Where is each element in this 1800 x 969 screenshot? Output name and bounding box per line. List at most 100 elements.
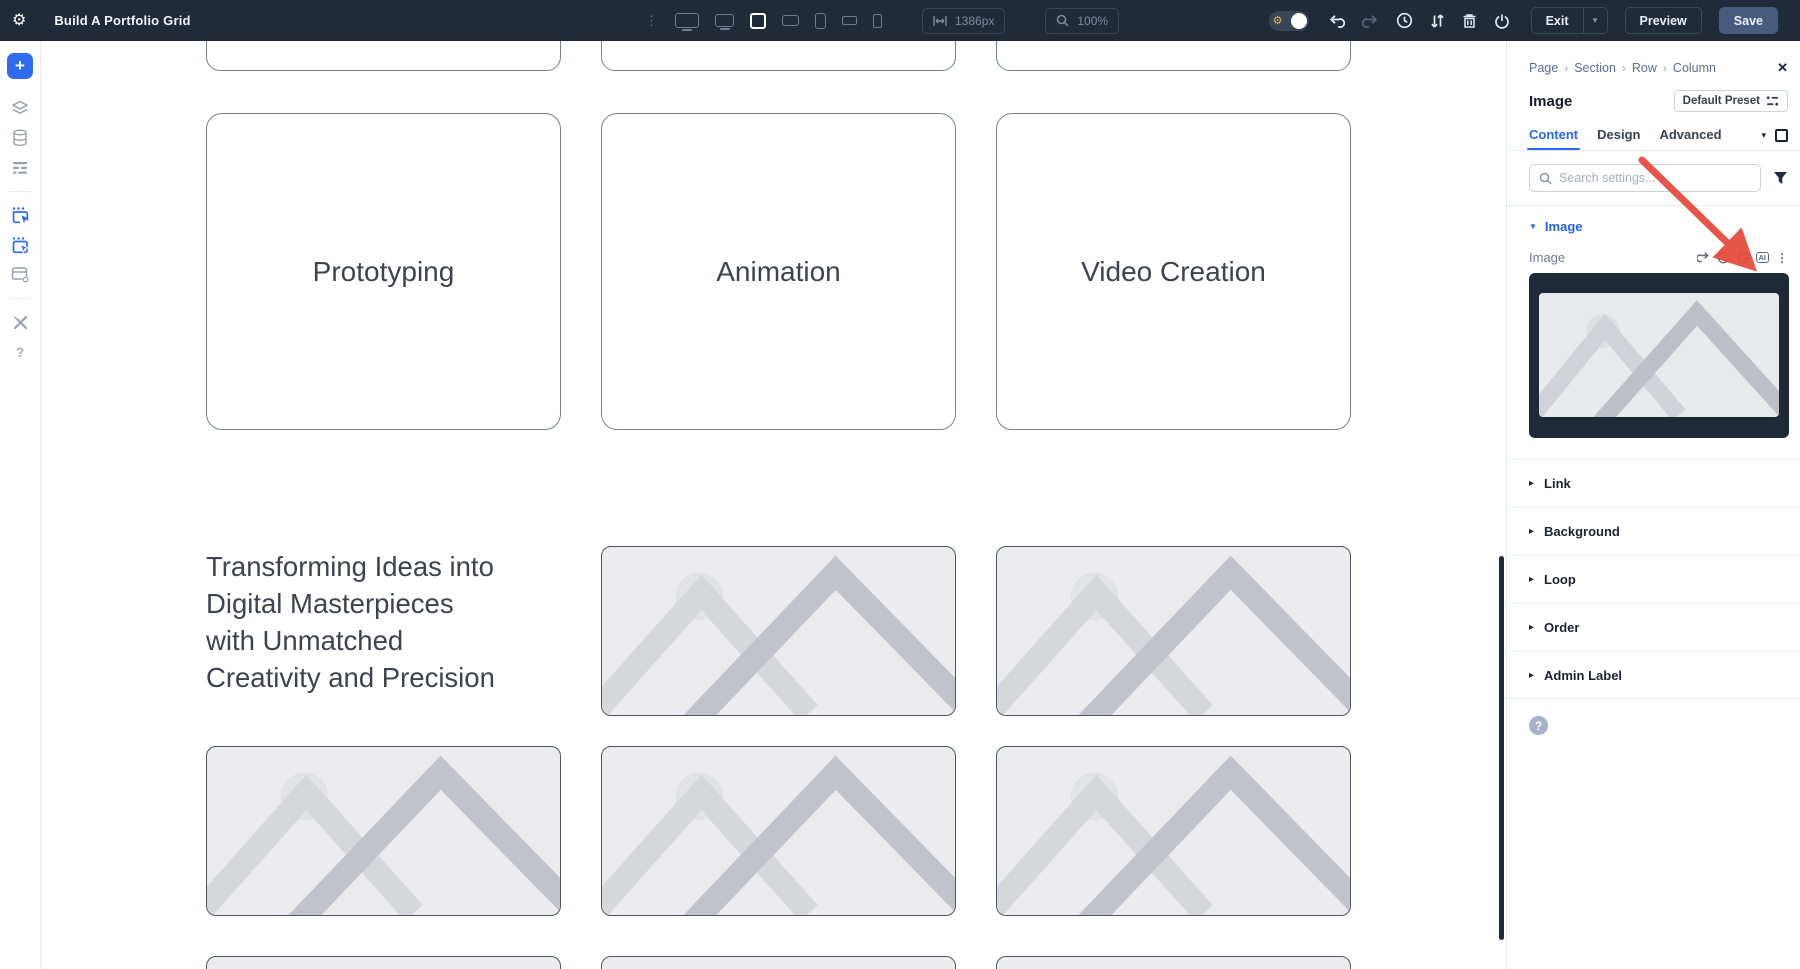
- tools-button[interactable]: [7, 307, 33, 337]
- image-placeholder[interactable]: [996, 546, 1351, 716]
- select-module-button[interactable]: [7, 200, 33, 230]
- device-phone-landscape-icon[interactable]: [842, 16, 857, 25]
- triangle-right-icon: ▸: [1529, 574, 1534, 585]
- triangle-down-icon: ▼: [1529, 222, 1537, 231]
- select-multiple-button[interactable]: [7, 230, 33, 260]
- dynamic-content-icon[interactable]: [1737, 251, 1749, 264]
- image-placeholder-partial[interactable]: [601, 956, 956, 969]
- panel-scrollbar[interactable]: [1499, 556, 1504, 940]
- image-preview-frame[interactable]: [1529, 273, 1789, 438]
- section-admin-label[interactable]: ▸ Admin Label: [1507, 651, 1800, 699]
- preview-button[interactable]: Preview: [1625, 7, 1702, 34]
- mountain-placeholder-icon: [602, 547, 955, 715]
- zoom-field[interactable]: 100%: [1045, 8, 1119, 34]
- image-placeholder-partial[interactable]: [996, 956, 1351, 969]
- tab-content[interactable]: Content: [1529, 127, 1578, 150]
- device-tablet-active-icon[interactable]: [750, 13, 766, 29]
- mountain-placeholder-icon: [997, 747, 1350, 915]
- service-card-label: Video Creation: [1081, 256, 1266, 288]
- builder-left-sidebar: +: [0, 41, 41, 969]
- database-icon: [12, 129, 28, 147]
- portfolio-heading[interactable]: Transforming Ideas into Digital Masterpi…: [206, 548, 546, 696]
- image-group-header[interactable]: ▼ Image: [1529, 206, 1788, 245]
- device-phone-small-icon[interactable]: [873, 14, 882, 28]
- tabs-options-caret-icon[interactable]: ▾: [1761, 130, 1766, 141]
- sort-layers-icon[interactable]: [1430, 13, 1445, 29]
- breadcrumb-section[interactable]: Section: [1574, 61, 1616, 75]
- expand-modal-icon[interactable]: [1775, 129, 1788, 142]
- sidebar-divider: [9, 191, 31, 192]
- question-mark-icon: ?: [16, 344, 25, 360]
- image-field-label: Image: [1529, 250, 1565, 265]
- mountain-placeholder-icon: [207, 747, 560, 915]
- image-placeholder[interactable]: [601, 746, 956, 916]
- device-desktop-xl-icon[interactable]: [675, 13, 699, 28]
- default-preset-button[interactable]: Default Preset: [1674, 90, 1788, 112]
- service-card[interactable]: Animation: [601, 113, 956, 430]
- service-card-label: Animation: [716, 256, 841, 288]
- more-options-icon[interactable]: ⋮: [1776, 251, 1788, 265]
- layout-list-icon: [12, 161, 28, 175]
- power-icon[interactable]: [1494, 13, 1510, 29]
- breadcrumb: Page › Section › Row › Column ✕: [1529, 41, 1788, 76]
- plus-icon: +: [15, 56, 25, 76]
- help-button[interactable]: ?: [7, 337, 33, 367]
- layout-list-button[interactable]: [7, 153, 33, 183]
- close-panel-button[interactable]: ✕: [1777, 60, 1788, 76]
- device-phone-portrait-icon[interactable]: [815, 13, 826, 29]
- tab-design[interactable]: Design: [1597, 127, 1640, 150]
- device-tablet-landscape-icon[interactable]: [782, 15, 799, 26]
- viewport-width-field[interactable]: 1386px: [922, 8, 1005, 34]
- history-clock-icon[interactable]: [1717, 251, 1730, 264]
- search-icon: [1539, 172, 1552, 185]
- service-card-partial[interactable]: [601, 41, 956, 71]
- breadcrumb-column[interactable]: Column: [1673, 61, 1716, 75]
- add-module-button[interactable]: +: [7, 53, 33, 79]
- image-preview-placeholder: [1539, 293, 1779, 417]
- triangle-right-icon: ▸: [1529, 526, 1534, 537]
- breadcrumb-row[interactable]: Row: [1632, 61, 1657, 75]
- settings-search[interactable]: [1529, 164, 1761, 192]
- trash-icon[interactable]: [1462, 13, 1477, 29]
- exit-dropdown-caret[interactable]: ▾: [1584, 7, 1608, 34]
- service-card[interactable]: Prototyping: [206, 113, 561, 430]
- breadcrumb-separator-icon: ›: [1564, 61, 1568, 75]
- select-module-icon: [11, 206, 30, 225]
- filter-funnel-icon[interactable]: [1773, 171, 1788, 185]
- database-panel-button[interactable]: [7, 123, 33, 153]
- redo-icon[interactable]: [1362, 13, 1379, 29]
- panel-help-button[interactable]: ?: [1529, 716, 1548, 735]
- section-order[interactable]: ▸ Order: [1507, 603, 1800, 651]
- service-card-partial[interactable]: [996, 41, 1351, 71]
- builder-settings-gear-icon[interactable]: ⚙: [12, 13, 26, 29]
- mountain-placeholder-icon: [602, 747, 955, 915]
- toolbar-drag-handle-icon[interactable]: ⋮: [645, 13, 657, 29]
- toggle-knob: [1291, 13, 1307, 29]
- mountain-placeholder-icon: [1539, 293, 1779, 417]
- image-placeholder[interactable]: [601, 546, 956, 716]
- reset-icon[interactable]: [1697, 251, 1710, 264]
- builder-canvas[interactable]: Prototyping Animation Video Creation Tra…: [41, 41, 1499, 969]
- section-background[interactable]: ▸ Background: [1507, 507, 1800, 555]
- device-desktop-icon[interactable]: [715, 14, 734, 27]
- theme-toggle[interactable]: ⚙: [1269, 11, 1309, 31]
- history-icon[interactable]: [1396, 12, 1413, 29]
- service-card[interactable]: Video Creation: [996, 113, 1351, 430]
- undo-icon[interactable]: [1328, 13, 1345, 29]
- breadcrumb-page[interactable]: Page: [1529, 61, 1558, 75]
- image-placeholder[interactable]: [996, 746, 1351, 916]
- layers-panel-button[interactable]: [7, 93, 33, 123]
- tab-advanced[interactable]: Advanced: [1659, 127, 1721, 150]
- section-loop[interactable]: ▸ Loop: [1507, 555, 1800, 603]
- settings-search-input[interactable]: [1559, 171, 1751, 185]
- save-button[interactable]: Save: [1719, 7, 1778, 34]
- table-settings-button[interactable]: [7, 260, 33, 290]
- image-placeholder[interactable]: [206, 746, 561, 916]
- service-card-partial[interactable]: [206, 41, 561, 71]
- top-toolbar: ⚙ Build A Portfolio Grid ⋮ 1386px 100% ⚙: [0, 0, 1800, 41]
- section-link[interactable]: ▸ Link: [1507, 459, 1800, 507]
- image-placeholder-partial[interactable]: [206, 956, 561, 969]
- ai-assist-icon[interactable]: AI: [1756, 252, 1770, 264]
- settings-tabs: Content Design Advanced ▾: [1529, 126, 1788, 150]
- exit-button[interactable]: Exit: [1531, 7, 1584, 34]
